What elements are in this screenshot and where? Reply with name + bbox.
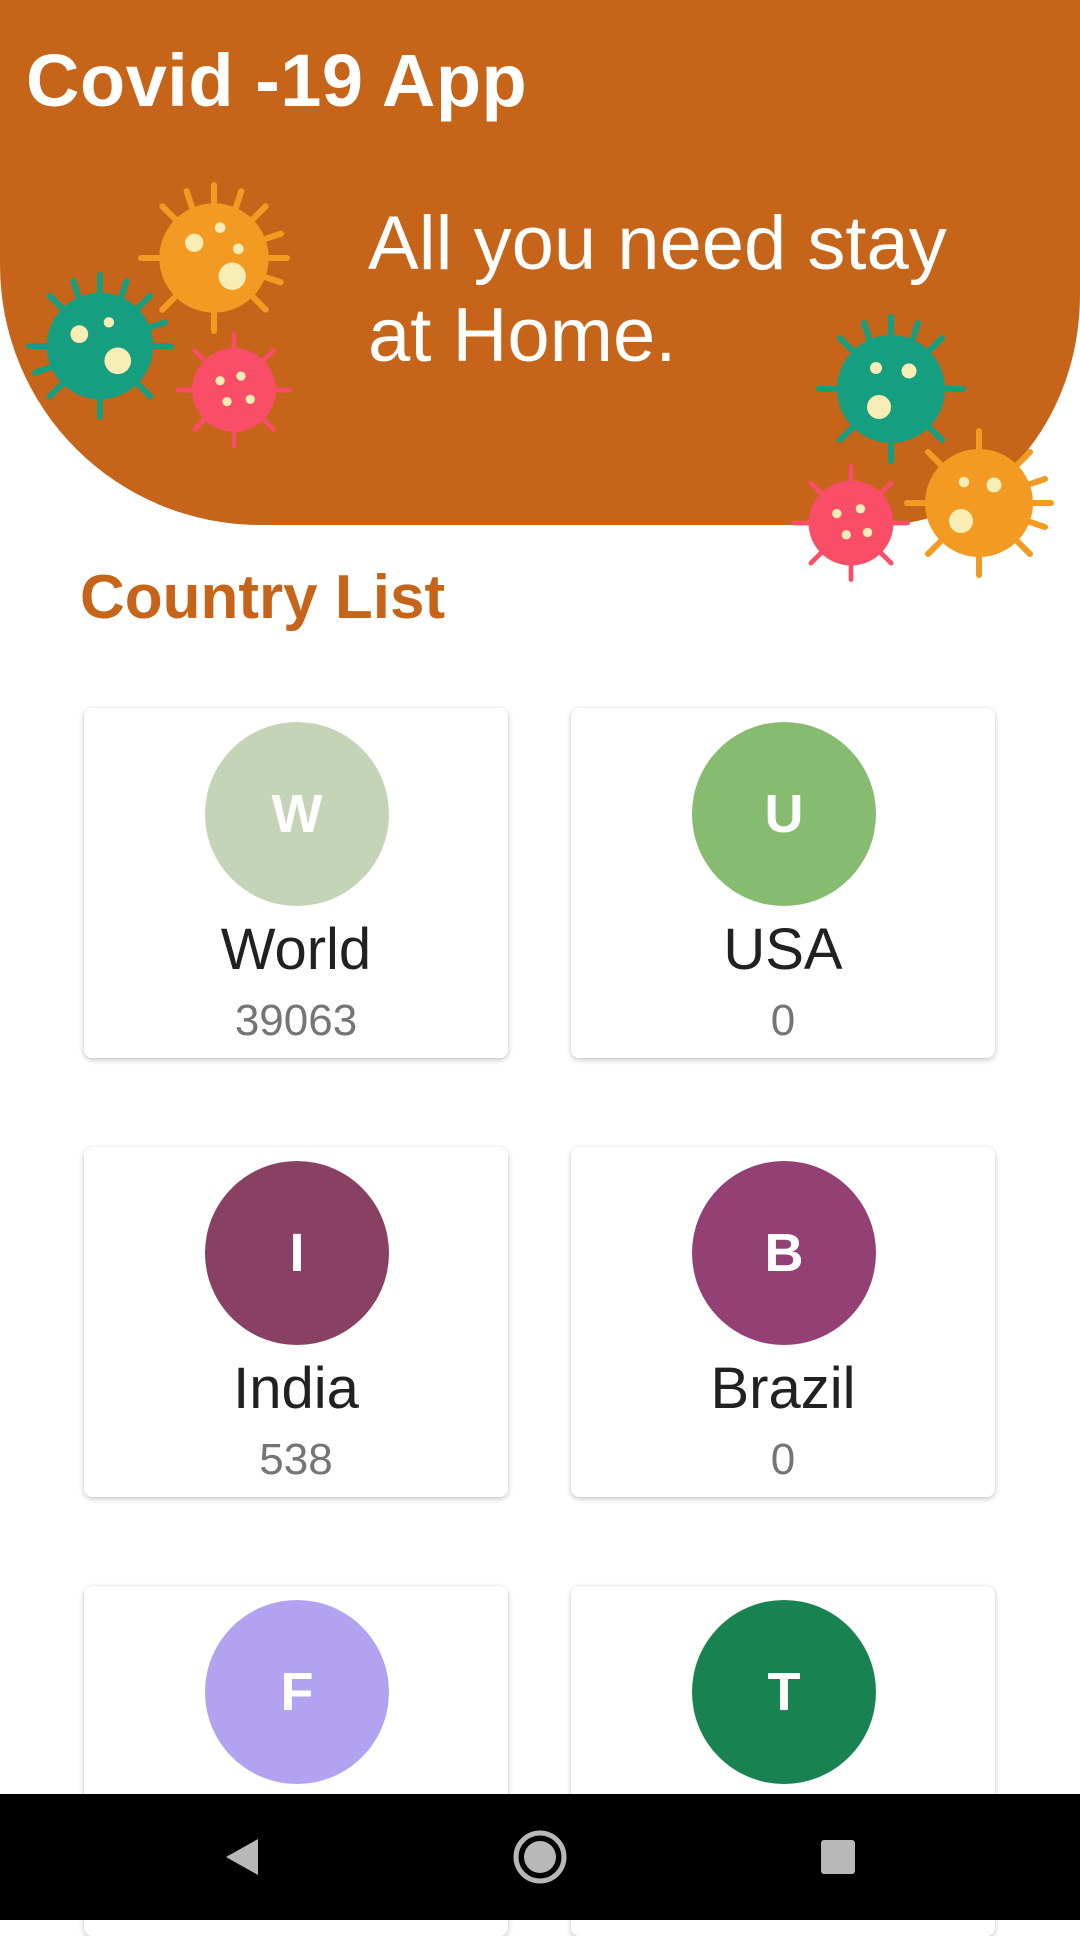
country-name: World bbox=[220, 917, 372, 982]
avatar-initial: U bbox=[764, 784, 804, 844]
country-card-india[interactable]: I India 538 bbox=[84, 1147, 508, 1497]
virus-pink-icon bbox=[176, 332, 292, 448]
avatar-initial: B bbox=[764, 1223, 804, 1283]
country-name: USA bbox=[723, 917, 843, 982]
system-navigation-bar bbox=[0, 1794, 1080, 1920]
country-count: 39063 bbox=[234, 996, 358, 1045]
avatar: F bbox=[205, 1600, 389, 1784]
avatar: W bbox=[205, 722, 389, 906]
country-card-brazil[interactable]: B Brazil 0 bbox=[571, 1147, 995, 1497]
avatar: B bbox=[692, 1161, 876, 1345]
virus-orange-icon bbox=[904, 428, 1054, 578]
country-card-world[interactable]: W World 39063 bbox=[84, 708, 508, 1058]
recents-icon bbox=[821, 1840, 855, 1874]
country-count: 0 bbox=[770, 1435, 796, 1484]
avatar: I bbox=[205, 1161, 389, 1345]
avatar: U bbox=[692, 722, 876, 906]
virus-pink-icon bbox=[792, 464, 910, 582]
avatar-initial: T bbox=[767, 1662, 801, 1722]
home-icon bbox=[513, 1830, 567, 1884]
nav-home-button[interactable] bbox=[507, 1824, 573, 1890]
avatar-initial: W bbox=[271, 784, 323, 844]
avatar-initial: F bbox=[280, 1662, 314, 1722]
nav-back-button[interactable] bbox=[209, 1824, 275, 1890]
app-title: Covid -19 App bbox=[26, 39, 528, 122]
avatar: T bbox=[692, 1600, 876, 1784]
nav-recents-button[interactable] bbox=[805, 1824, 871, 1890]
back-icon bbox=[226, 1839, 258, 1875]
country-count: 538 bbox=[259, 1435, 333, 1484]
country-card-usa[interactable]: U USA 0 bbox=[571, 708, 995, 1058]
avatar-initial: I bbox=[289, 1223, 305, 1283]
country-name: India bbox=[233, 1356, 359, 1421]
country-count: 0 bbox=[770, 996, 796, 1045]
virus-green-icon bbox=[26, 272, 174, 420]
section-title-country-list: Country List bbox=[80, 563, 446, 632]
country-name: Brazil bbox=[710, 1356, 856, 1421]
